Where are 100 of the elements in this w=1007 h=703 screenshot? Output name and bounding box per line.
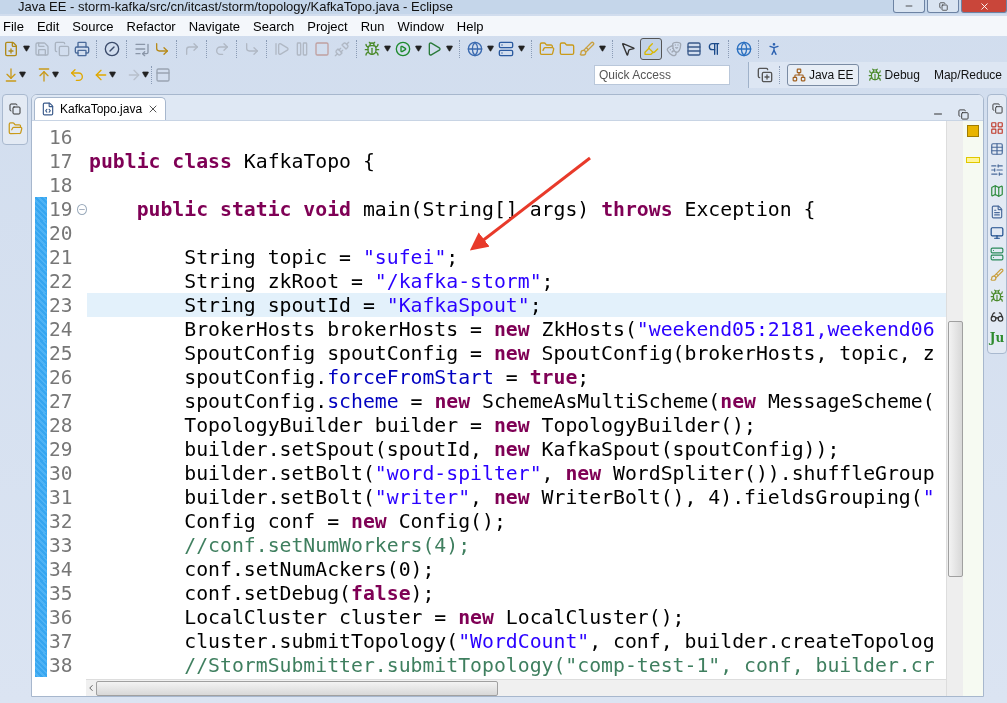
maximize-icon[interactable]	[958, 109, 969, 120]
line-number: 31	[48, 485, 74, 509]
block-icon[interactable]	[686, 40, 702, 57]
code-line: SpoutConfig spoutConfig = new SpoutConfig(brokerHosts, topic, z	[183, 341, 935, 365]
print-icon[interactable]	[74, 40, 90, 57]
restore-icon[interactable]	[9, 103, 21, 115]
skip-breakpoints-icon[interactable]	[104, 40, 120, 57]
debug-icon	[867, 67, 882, 82]
menu-item[interactable]: File	[0, 18, 30, 34]
dropdown-caret-icon[interactable]	[52, 71, 59, 78]
code-line: public static void main(String[] args) throws Exception {	[135, 197, 816, 221]
line-number: 29	[48, 437, 74, 461]
open-perspective-icon[interactable]	[756, 66, 773, 83]
outline-icon[interactable]	[990, 205, 1004, 219]
dropdown-caret-icon[interactable]	[599, 45, 606, 52]
menu-item[interactable]: Navigate	[185, 18, 246, 34]
quick-access-field[interactable]: Quick Access	[593, 64, 730, 85]
line-number: 16	[48, 125, 74, 149]
pilcrow-icon[interactable]	[706, 40, 722, 57]
dropdown-caret-icon[interactable]	[142, 71, 149, 78]
perspective-button[interactable]: Map/Reduce	[928, 63, 1007, 86]
dropdown-caret-icon[interactable]	[487, 45, 494, 52]
code-line: //StormSubmitter.submitTopology("comp-test-1", conf, builder.cr	[183, 653, 935, 677]
server-icon[interactable]	[498, 40, 514, 57]
person-icon[interactable]	[766, 40, 782, 57]
web-icon[interactable]	[736, 40, 752, 57]
java-file-icon	[41, 102, 55, 116]
scroll-left-icon[interactable]	[86, 683, 96, 693]
table-icon[interactable]	[990, 142, 1004, 156]
sliders-icon[interactable]	[990, 163, 1004, 177]
dropdown-caret-icon[interactable]	[415, 45, 422, 52]
minimize-button[interactable]	[893, 0, 925, 13]
dropdown-caret-icon[interactable]	[446, 45, 453, 52]
pin-editor-icon[interactable]	[155, 66, 171, 83]
dropdown-caret-icon[interactable]	[109, 71, 116, 78]
console-icon[interactable]	[990, 226, 1004, 240]
open-folder-icon[interactable]	[539, 40, 555, 57]
line-number: 32	[48, 509, 74, 533]
bug-icon[interactable]	[990, 289, 1004, 303]
highlighter-toggle[interactable]	[640, 37, 662, 60]
highlighter-icon	[643, 40, 659, 57]
menu-item[interactable]: Project	[304, 18, 354, 34]
data-source-icon[interactable]	[990, 247, 1004, 261]
line-number: 18	[48, 173, 74, 197]
folder-icon[interactable]	[559, 40, 575, 57]
expressions-icon[interactable]	[990, 310, 1004, 324]
occurrence-marker-icon[interactable]	[966, 157, 980, 163]
restore-icon[interactable]	[991, 103, 1003, 114]
line-number: 19	[48, 197, 74, 221]
restore-button[interactable]	[927, 0, 959, 13]
step-icon[interactable]	[154, 40, 170, 57]
pointer-icon[interactable]	[620, 40, 636, 57]
menu-item[interactable]: Source	[69, 18, 120, 34]
menu-item[interactable]: Help	[453, 18, 490, 34]
menu-item[interactable]: Search	[250, 18, 301, 34]
code-line: spoutConfig.scheme = new SchemeAsMultiScheme(new MessageScheme(	[183, 389, 935, 413]
javaee-icon	[791, 67, 806, 82]
dropdown-caret-icon[interactable]	[518, 45, 525, 52]
line-number: 26	[48, 365, 74, 389]
menu-item[interactable]: Edit	[33, 18, 66, 34]
code-line: Config conf = new Config();	[183, 509, 506, 533]
dropdown-caret-icon[interactable]	[19, 71, 26, 78]
code-line: builder.setSpout(spoutId, new KafkaSpout(spoutConfig));	[183, 437, 840, 461]
menu-item[interactable]: Window	[394, 18, 450, 34]
code-line: public class KafkaTopo {	[89, 149, 375, 173]
line-number: 28	[48, 413, 74, 437]
vertical-scrollbar[interactable]	[946, 121, 963, 696]
line-number: 17	[48, 149, 74, 173]
code-line: //conf.setNumWorkers(4);	[183, 533, 471, 557]
tab-label: KafkaTopo.java	[60, 102, 143, 116]
perspective-button[interactable]: Java EE	[786, 63, 859, 86]
horizontal-scrollbar[interactable]	[86, 679, 946, 696]
line-number: 21	[48, 245, 74, 269]
editor-tab[interactable]: KafkaTopo.java	[34, 97, 167, 120]
code-line: LocalCluster cluster = new LocalCluster();	[183, 605, 685, 629]
dropdown-caret-icon[interactable]	[23, 45, 30, 52]
close-icon	[978, 0, 990, 12]
junit-icon[interactable]: Ju	[989, 331, 1005, 345]
line-number: 38	[48, 653, 74, 677]
menu-item[interactable]: Run	[357, 18, 391, 34]
code-line: String zkRoot = "/kafka-storm";	[183, 269, 554, 293]
line-number: 33	[48, 533, 74, 557]
globe-icon[interactable]	[467, 40, 483, 57]
brush-icon[interactable]	[990, 268, 1004, 282]
line-number: 36	[48, 605, 74, 629]
close-button[interactable]	[961, 0, 1007, 13]
code-line: builder.setBolt("writer", new WriterBolt(), 4).fieldsGrouping("	[183, 485, 935, 509]
dropdown-caret-icon[interactable]	[384, 45, 391, 52]
code-line: String topic = "sufei";	[183, 245, 459, 269]
code-line: String spoutId = "KafkaSpout";	[183, 293, 542, 317]
servers-icon[interactable]	[990, 121, 1004, 135]
menu-item[interactable]: Refactor	[123, 18, 182, 34]
restore-icon	[938, 1, 948, 11]
package-explorer-icon[interactable]	[7, 121, 23, 136]
code-line: spoutConfig.forceFromStart = true;	[183, 365, 590, 389]
run-external-icon[interactable]	[426, 40, 442, 57]
map-icon[interactable]	[990, 184, 1004, 198]
code-line: conf.setDebug(false);	[183, 581, 435, 605]
perspective-button[interactable]: Debug	[862, 63, 925, 86]
task-marker-icon[interactable]	[967, 125, 979, 137]
